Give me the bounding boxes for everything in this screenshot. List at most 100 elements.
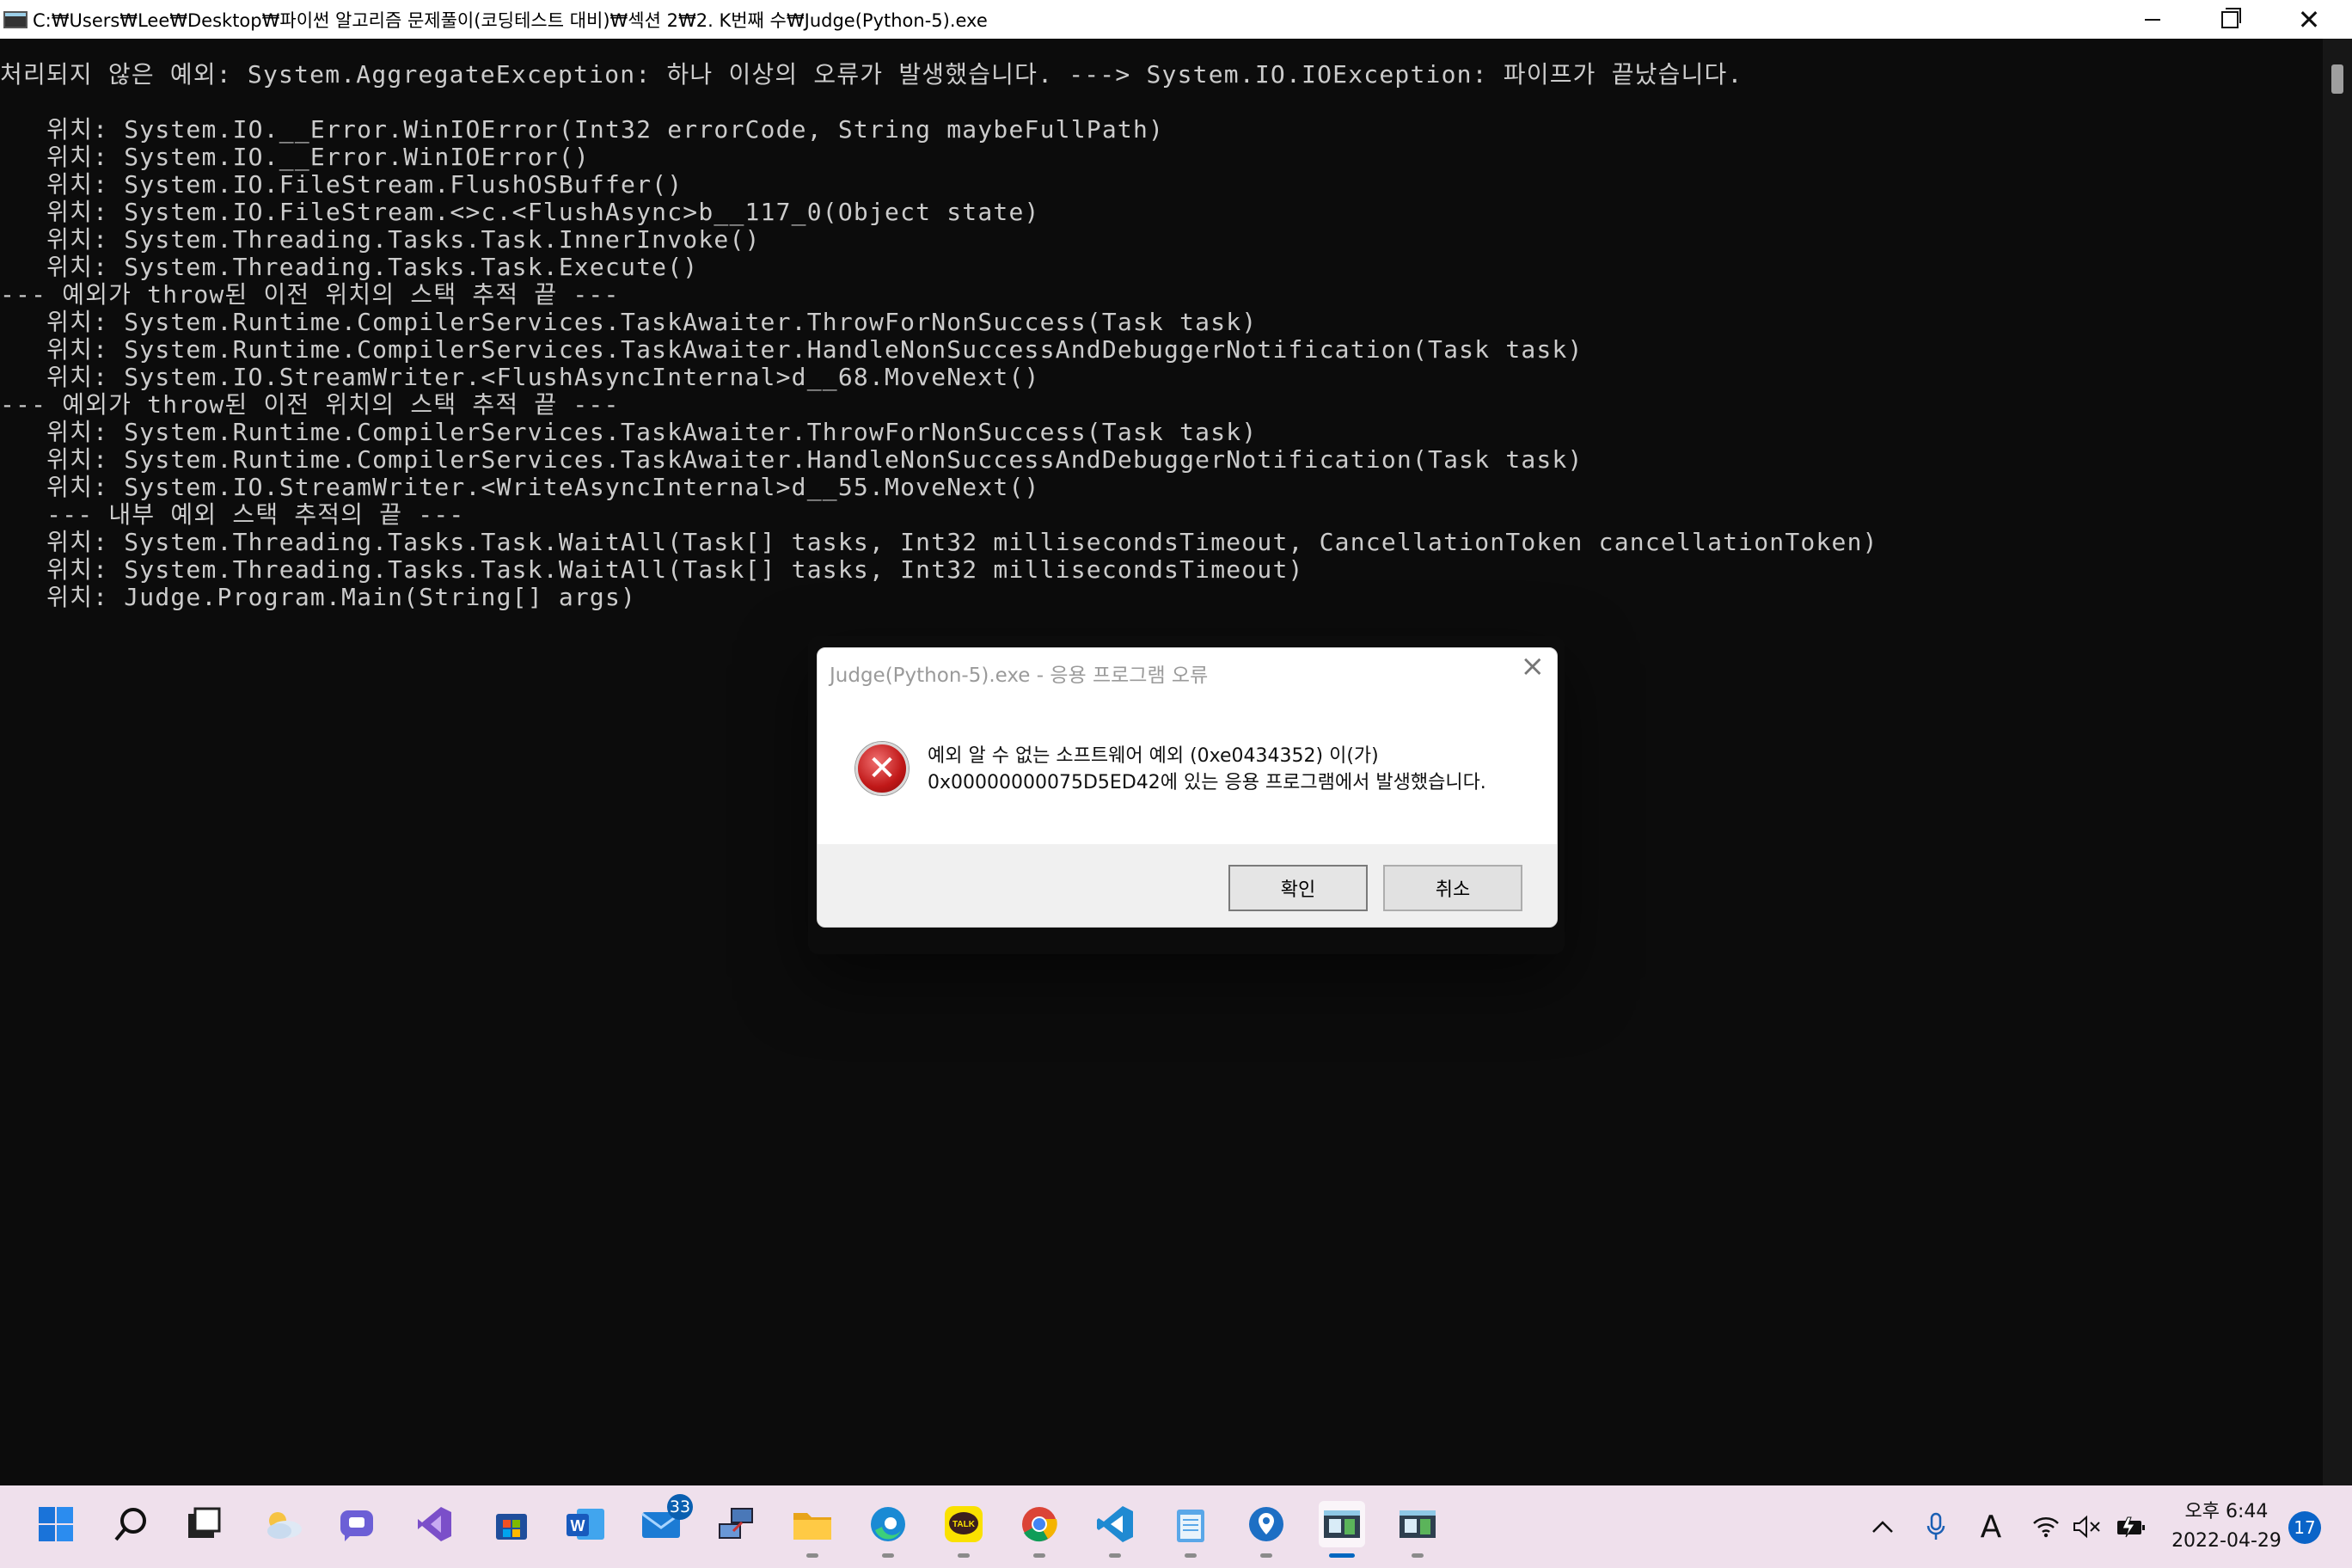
vscode-icon [1097,1506,1133,1542]
running-indicator [1033,1553,1045,1558]
visual-studio-icon [418,1507,451,1541]
vscode-button[interactable] [1092,1501,1138,1558]
running-indicator [1109,1553,1121,1558]
dialog-message-line2: 0x00000000075D5ED42에 있는 응용 프로그램에서 발생했습니다… [928,772,1486,793]
network-tool-icon [719,1508,753,1539]
console-line: 위치: Judge.Program.Main(String[] args) [0,583,637,611]
word-icon: W [567,1509,604,1540]
battery-button[interactable] [2111,1485,2151,1568]
taskbar-clock[interactable]: 오후 6:44 2022-04-29 [2158,1498,2295,1556]
kakaotalk-label: TALK [952,1520,976,1529]
console-line: 위치: System.Runtime.CompilerServices.Task… [0,445,1583,474]
chrome-button[interactable] [1016,1501,1063,1558]
taskbar: W 33 TALK A 오후 6:44 2022-04-29 17 [0,1485,2352,1568]
notepad-icon [1177,1510,1204,1542]
notepad-button[interactable] [1167,1501,1214,1558]
console-line: 위치: System.IO.__Error.WinIOError(Int32 e… [0,115,1165,144]
maximize-button[interactable] [2190,0,2269,39]
console-taskbar-button-2[interactable] [1394,1501,1441,1558]
start-button[interactable] [33,1501,79,1547]
console-app-icon [3,11,28,28]
console-line: --- 예외가 throw된 이전 위치의 스택 추적 끝 --- [0,390,620,419]
dialog-footer: 확인 취소 [818,844,1557,927]
error-dialog: Judge(Python-5).exe - 응용 프로그램 오류 × ✕ 예외 … [817,647,1558,928]
scrollbar-thumb[interactable] [2331,64,2343,94]
console-text: 처리되지 않은 예외: System.AggregateException: 하… [0,61,1878,611]
active-indicator [1329,1553,1355,1558]
console-line: 위치: System.Runtime.CompilerServices.Task… [0,418,1258,446]
console-line: 위치: System.Runtime.CompilerServices.Task… [0,308,1258,336]
console-icon-2 [1400,1510,1436,1538]
network-tool-button[interactable] [714,1501,760,1547]
mail-badge: 33 [667,1494,693,1520]
notification-count-badge[interactable]: 17 [2288,1511,2321,1544]
cancel-button[interactable]: 취소 [1383,865,1522,911]
window-titlebar: C:₩Users₩Lee₩Desktop₩파이썬 알고리즘 문제풀이(코딩테스트… [0,0,2352,39]
store-icon [496,1514,527,1540]
console-line: --- 예외가 throw된 이전 위치의 스택 추적 끝 --- [0,280,620,309]
minimize-button[interactable] [2113,0,2192,39]
console-line: 위치: System.Runtime.CompilerServices.Task… [0,335,1583,364]
dialog-message: 예외 알 수 없는 소프트웨어 예외 (0xe0434352) 이(가) 0x0… [928,743,1486,796]
volume-muted-icon [2073,1515,2100,1539]
chevron-up-icon [1872,1521,1893,1533]
window-title: C:₩Users₩Lee₩Desktop₩파이썬 알고리즘 문제풀이(코딩테스트… [33,10,988,31]
console-line: 위치: System.IO.FileStream.FlushOSBuffer() [0,170,683,199]
running-indicator [1412,1553,1424,1558]
running-indicator [1260,1553,1272,1558]
kakaotalk-button[interactable]: TALK [940,1501,987,1558]
microphone-button[interactable] [1919,1485,1953,1568]
store-button[interactable] [488,1501,535,1547]
running-indicator [1185,1553,1197,1558]
close-icon: ✕ [2297,3,2321,36]
close-window-button[interactable]: ✕ [2269,0,2349,39]
word-label: W [571,1517,585,1534]
task-view-icon [188,1507,221,1538]
maps-icon [1249,1507,1283,1541]
dialog-title: Judge(Python-5).exe - 응용 프로그램 오류 [830,665,1209,687]
task-view-button[interactable] [181,1501,227,1547]
search-button[interactable] [108,1501,155,1547]
console-line: 위치: System.Threading.Tasks.Task.Execute(… [0,253,699,281]
search-icon [114,1508,146,1541]
console-taskbar-button[interactable] [1319,1501,1365,1558]
edge-button[interactable] [865,1501,911,1558]
kakaotalk-icon: TALK [945,1506,983,1542]
console-scrollbar[interactable] [2323,39,2352,1485]
dialog-close-button[interactable]: × [1521,652,1546,681]
battery-charging-icon [2117,1516,2145,1538]
widgets-button[interactable] [260,1501,306,1547]
maps-button[interactable] [1243,1501,1289,1558]
volume-button[interactable] [2070,1485,2104,1568]
wifi-icon [2033,1517,2059,1538]
clock-date: 2022-04-29 [2171,1530,2282,1552]
restore-icon [2221,7,2241,28]
start-icon [39,1507,73,1541]
console-line: 위치: System.Threading.Tasks.Task.WaitAll(… [0,555,1304,584]
dialog-message-line1: 예외 알 수 없는 소프트웨어 예외 (0xe0434352) 이(가) [928,745,1379,767]
file-explorer-button[interactable] [789,1501,836,1558]
mail-button[interactable]: 33 [638,1494,693,1547]
file-explorer-icon [793,1513,831,1540]
console-line: 위치: System.IO.StreamWriter.<FlushAsyncIn… [0,363,1040,391]
widgets-icon [267,1512,302,1539]
wifi-button[interactable] [2029,1485,2063,1568]
console-line: 위치: System.IO.StreamWriter.<WriteAsyncIn… [0,473,1040,501]
visual-studio-button[interactable] [411,1501,457,1547]
console-line: 처리되지 않은 예외: System.AggregateException: 하… [0,60,1743,89]
console-icon [1324,1510,1360,1538]
chat-button[interactable] [334,1501,380,1547]
minimize-icon [2145,18,2160,21]
word-button[interactable]: W [562,1501,609,1547]
input-method-indicator[interactable]: A [1972,1485,2010,1568]
chrome-icon [1022,1507,1057,1542]
console-line: 위치: System.IO.__Error.WinIOError() [0,143,590,171]
show-hidden-icons-button[interactable] [1864,1485,1902,1568]
console-line: 위치: System.Threading.Tasks.Task.WaitAll(… [0,528,1878,556]
chat-icon [340,1510,373,1541]
ok-button[interactable]: 확인 [1228,865,1368,911]
edge-icon [871,1507,905,1541]
console-line: --- 내부 예외 스택 추적의 끝 --- [0,500,465,529]
running-indicator [882,1553,894,1558]
